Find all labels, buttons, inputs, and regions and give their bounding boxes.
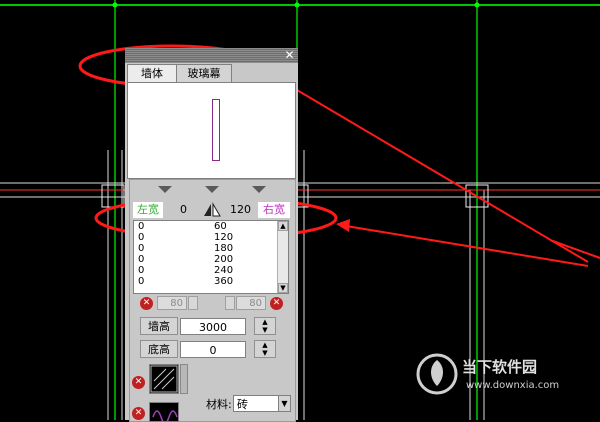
mirror-split-icon[interactable] xyxy=(202,202,222,218)
annotation-arrow xyxy=(345,225,589,267)
right-width-label: 右宽 xyxy=(258,202,290,218)
remove-hatch-icon[interactable]: ✕ xyxy=(132,376,145,389)
annotation-arrow xyxy=(279,79,589,263)
hatch-pattern-thumbnail[interactable] xyxy=(149,364,179,394)
remove-fill-icon[interactable]: ✕ xyxy=(132,407,145,420)
scroll-up-icon[interactable]: ▲ xyxy=(278,221,288,231)
list-item[interactable]: 0 200 xyxy=(134,254,288,265)
base-height-label[interactable]: 底高 xyxy=(140,340,178,358)
wall-preview xyxy=(127,82,296,179)
width-preset-list[interactable]: 0 60 0 120 0 180 0 200 0 240 0 360 ▲ ▼ xyxy=(133,220,289,294)
list-scrollbar[interactable]: ▲ ▼ xyxy=(277,221,288,293)
left-width-value[interactable]: 0 xyxy=(180,202,187,218)
right-marker-icon[interactable] xyxy=(252,186,266,193)
wall-properties-panel: ✕ 墙体 玻璃幕 左宽 0 120 右宽 0 60 0 120 0 180 0 200 … xyxy=(125,48,298,422)
fill-pattern-thumbnail[interactable] xyxy=(149,402,179,422)
delete-left-icon[interactable]: ✕ xyxy=(140,297,153,310)
watermark-url: www.downxia.com xyxy=(466,380,560,391)
downxia-logo-icon xyxy=(416,353,458,395)
wall-height-stepper[interactable]: ▲ ▼ xyxy=(254,317,276,335)
left-spin-field[interactable]: 80 xyxy=(157,296,187,310)
center-marker-icon[interactable] xyxy=(205,186,219,193)
delete-right-icon[interactable]: ✕ xyxy=(270,297,283,310)
panel-titlebar[interactable]: ✕ xyxy=(125,48,298,63)
wall-preview-shape xyxy=(212,99,220,161)
watermark-logo xyxy=(415,352,459,399)
watermark-title: 当下软件园 xyxy=(462,358,538,376)
list-item[interactable]: 0 240 xyxy=(134,265,288,276)
right-spin-buttons[interactable] xyxy=(225,296,235,310)
wall-height-input[interactable]: 3000 xyxy=(180,318,246,335)
chevron-down-icon[interactable]: ▼ xyxy=(278,395,291,412)
close-button[interactable]: ✕ xyxy=(283,48,296,62)
thumbnail-scroll[interactable] xyxy=(180,364,188,394)
list-item[interactable]: 0 180 xyxy=(134,243,288,254)
material-label: 材料: xyxy=(206,398,232,411)
right-spin-field[interactable]: 80 xyxy=(236,296,266,310)
left-marker-icon[interactable] xyxy=(158,186,172,193)
base-height-stepper[interactable]: ▲ ▼ xyxy=(254,340,276,358)
material-select[interactable]: 砖 xyxy=(233,395,279,412)
tab-wall[interactable]: 墙体 xyxy=(127,64,177,82)
right-width-value[interactable]: 120 xyxy=(230,202,251,218)
scroll-down-icon[interactable]: ▼ xyxy=(278,283,288,293)
left-width-label: 左宽 xyxy=(133,202,163,218)
left-spin-buttons[interactable] xyxy=(188,296,198,310)
list-item[interactable]: 0 360 xyxy=(134,276,288,287)
wall-height-label[interactable]: 墙高 xyxy=(140,317,178,335)
list-item[interactable]: 0 60 xyxy=(134,221,288,232)
tab-glass-curtain[interactable]: 玻璃幕 xyxy=(176,64,232,82)
base-height-input[interactable]: 0 xyxy=(180,341,246,358)
list-item[interactable]: 0 120 xyxy=(134,232,288,243)
width-editor: 左宽 0 120 右宽 0 60 0 120 0 180 0 200 0 240 0 360… xyxy=(129,179,296,422)
